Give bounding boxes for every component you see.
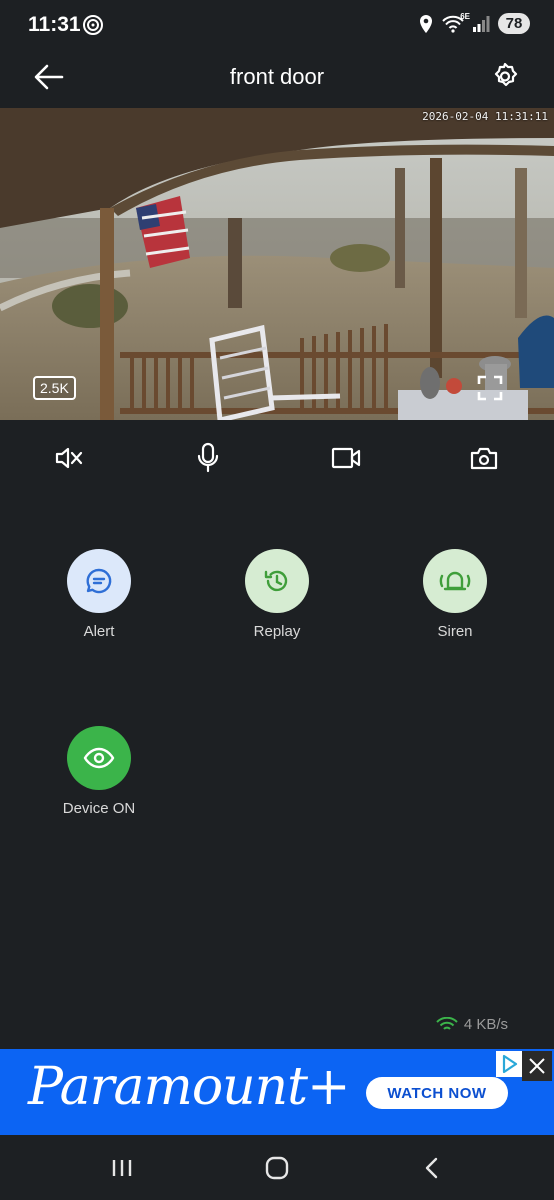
recent-apps-button[interactable]	[102, 1153, 142, 1183]
video-timestamp: 2026-02-04 11:31:11	[422, 110, 548, 123]
snapshot-button[interactable]	[464, 438, 504, 478]
speaker-muted-icon	[55, 447, 83, 469]
alert-label: Alert	[83, 623, 115, 640]
fingerprint-icon	[83, 15, 103, 35]
device-label: Device ON	[62, 800, 136, 817]
live-video-feed[interactable]: 2026-02-04 11:31:11 2.5K	[0, 108, 554, 420]
system-nav-bar	[0, 1135, 554, 1200]
resolution-toggle[interactable]: 2.5K	[33, 376, 76, 400]
camera-icon	[470, 447, 498, 470]
ad-brand-logo: Paramount+	[28, 1057, 351, 1117]
record-button[interactable]	[326, 438, 366, 478]
fullscreen-icon[interactable]	[476, 374, 504, 402]
clock-history-icon	[264, 570, 288, 592]
network-speed-value: 4 KB/s	[463, 1016, 508, 1033]
battery-indicator: 78	[498, 13, 530, 34]
siren-circle	[423, 549, 487, 613]
wifi-icon: 6E	[442, 12, 470, 34]
siren-button[interactable]: Siren	[395, 549, 515, 640]
network-type-label: 6E	[460, 11, 470, 21]
mute-button[interactable]	[49, 438, 89, 478]
replay-circle	[245, 549, 309, 613]
alert-button[interactable]: Alert	[39, 549, 159, 640]
microphone-button[interactable]	[188, 438, 228, 478]
recent-apps-icon	[112, 1160, 132, 1176]
back-button[interactable]	[412, 1153, 452, 1183]
chat-bubble-icon	[86, 568, 112, 594]
status-icons: 6E 78	[418, 12, 530, 34]
settings-gear-icon[interactable]	[490, 62, 520, 92]
signal-icon	[473, 15, 490, 32]
replay-label: Replay	[253, 623, 301, 640]
ad-banner[interactable]: Paramount+ WATCH NOW	[0, 1049, 554, 1135]
alert-circle	[67, 549, 131, 613]
eye-icon	[83, 747, 115, 769]
ad-watch-now-button[interactable]: WATCH NOW	[366, 1077, 508, 1109]
status-bar: 11:31 6E 78	[0, 0, 554, 52]
video-controls	[0, 438, 554, 478]
ad-choices-icon[interactable]	[496, 1051, 522, 1077]
ad-close-icon[interactable]	[522, 1051, 552, 1081]
home-icon	[265, 1156, 289, 1180]
home-button[interactable]	[257, 1153, 297, 1183]
device-circle	[67, 726, 131, 790]
status-time: 11:31	[28, 13, 81, 36]
page-title: front door	[229, 64, 325, 89]
device-power-button[interactable]: Device ON	[39, 726, 159, 817]
camera-view-image	[0, 108, 554, 420]
video-camera-icon	[331, 447, 361, 469]
back-chevron-icon	[425, 1157, 438, 1179]
location-icon	[420, 14, 432, 33]
network-speed: 4 KB/s	[436, 1016, 508, 1033]
replay-button[interactable]: Replay	[217, 549, 337, 640]
microphone-icon	[197, 442, 219, 473]
siren-icon	[439, 571, 471, 591]
siren-label: Siren	[437, 623, 473, 640]
app-header: front door	[0, 52, 554, 108]
wifi-signal-icon	[436, 1016, 458, 1030]
